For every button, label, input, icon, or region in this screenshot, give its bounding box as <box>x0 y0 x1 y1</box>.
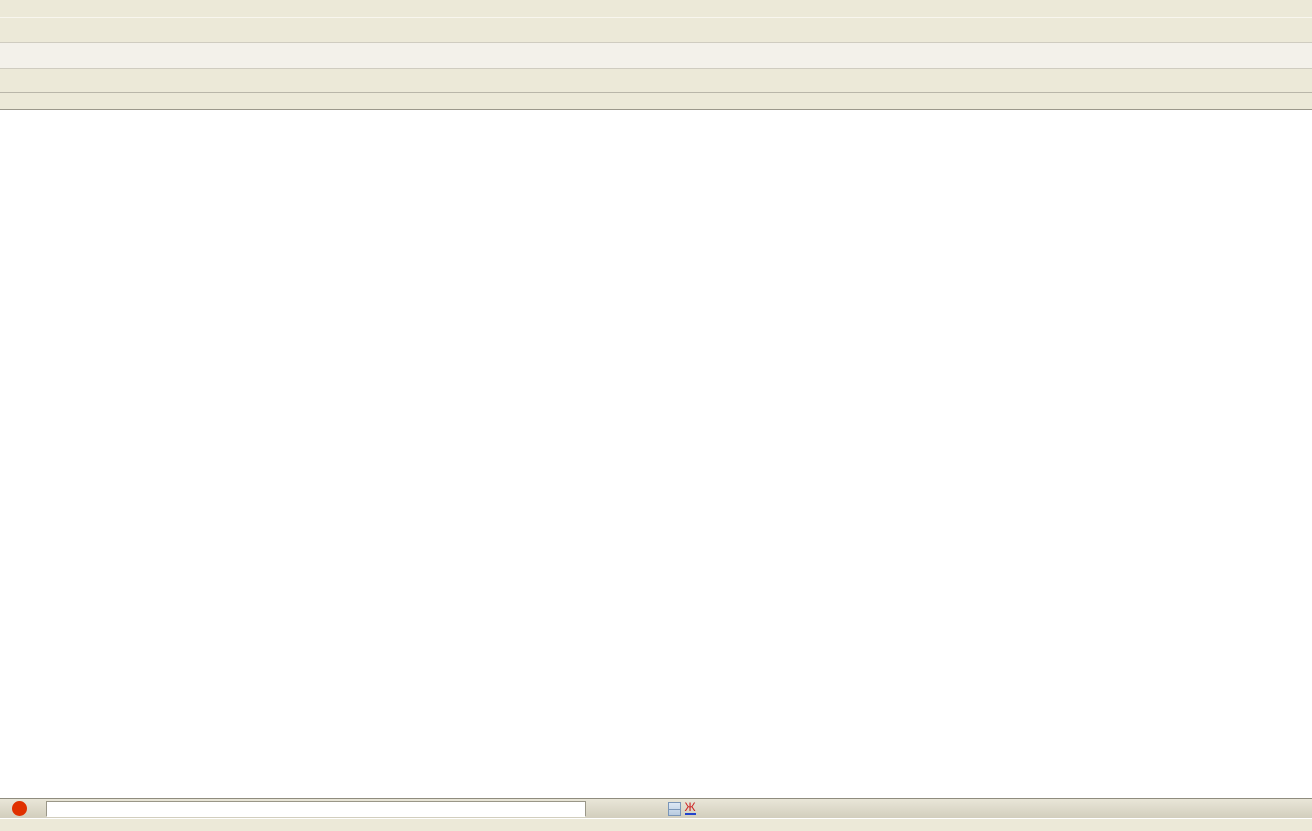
toolbar-gann <box>0 69 1312 93</box>
chart-area[interactable] <box>0 110 1312 798</box>
info-bar <box>0 818 1312 831</box>
status-bar: Ж <box>0 798 1312 818</box>
date-axis <box>0 93 1312 110</box>
toolbar-tools <box>0 43 1312 69</box>
shenzhen-badge-icon <box>12 801 27 816</box>
toolbar-main <box>0 18 1312 43</box>
gann-trading-app: Ж <box>0 0 1312 831</box>
menubar <box>0 0 1312 18</box>
candlestick-chart[interactable] <box>0 110 1312 798</box>
antenna-icon: Ж <box>685 802 696 815</box>
message-box <box>46 801 586 817</box>
date-spinner[interactable] <box>668 802 681 816</box>
